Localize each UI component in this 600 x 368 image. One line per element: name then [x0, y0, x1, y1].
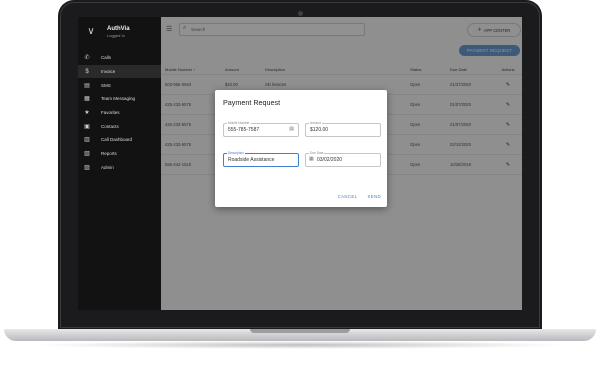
sidebar-item-label: Contacts: [101, 123, 119, 129]
dashboard-icon: ▥: [84, 137, 90, 144]
sidebar-item-calls[interactable]: ✆ Calls: [78, 51, 161, 65]
sidebar-item-reports[interactable]: ▧ Reports: [78, 147, 161, 161]
due-date-label: Due Date: [309, 151, 325, 155]
sidebar-item-admin[interactable]: ▨ Admin: [78, 161, 161, 175]
due-date-value: 03/02/2020: [317, 157, 343, 163]
sidebar-item-label: Invoice: [101, 69, 116, 75]
sidebar-nav: ✆ Calls $ Invoice ▤ SMS ▦ Team Messaging ★ Favori…: [78, 51, 161, 174]
laptop-hinge-notch: [250, 329, 350, 333]
amount-label: Amount: [309, 121, 322, 125]
mobile-number-label: Mobile Number: [227, 121, 251, 125]
description-field[interactable]: Description Roadside Assistance: [223, 151, 299, 167]
sidebar-item-label: SMS: [101, 82, 111, 88]
sidebar: ∨ AuthVia Logged In ✆ Calls $ Invoice ▤ SMS ▦ T…: [78, 17, 161, 310]
description-value: Roadside Assistance: [228, 157, 275, 163]
sidebar-item-label: Favorites: [101, 110, 120, 116]
brand-name: AuthVia: [107, 26, 130, 32]
sidebar-item-label: Reports: [101, 151, 117, 157]
mobile-number-value: 555-785-7587: [228, 127, 260, 133]
mobile-number-field[interactable]: Mobile Number 555-785-7587 ▤: [223, 121, 299, 137]
reports-icon: ▧: [84, 151, 90, 158]
phone-icon: ✆: [84, 55, 90, 62]
star-icon: ★: [84, 110, 90, 117]
brand: ∨ AuthVia Logged In: [78, 17, 161, 47]
team-chat-icon: ▦: [84, 96, 90, 103]
contacts-picker-icon[interactable]: ▤: [289, 126, 294, 132]
laptop-shadow: [30, 341, 570, 349]
sidebar-item-label: Calls: [101, 55, 112, 61]
sidebar-item-contacts[interactable]: ▣ Contacts: [78, 119, 161, 133]
sidebar-item-label: Team Messaging: [101, 96, 136, 102]
description-label: Description: [227, 151, 245, 155]
webcam: [298, 11, 303, 16]
sidebar-item-invoice[interactable]: $ Invoice: [78, 64, 161, 79]
main-area: ☰ ⌕ ✈ APP CENTER PAYMENT REQUEST Mobile …: [161, 17, 522, 310]
contacts-icon: ▣: [84, 123, 90, 130]
sidebar-item-team-messaging[interactable]: ▦ Team Messaging: [78, 92, 161, 106]
app-screen: ∨ AuthVia Logged In ✆ Calls $ Invoice ▤ SMS ▦ T…: [78, 17, 522, 310]
send-button[interactable]: SEND: [367, 194, 381, 199]
dollar-icon: $: [85, 68, 89, 75]
sidebar-item-label: Call Dashboard: [101, 137, 133, 143]
admin-icon: ▨: [84, 164, 90, 171]
amount-field[interactable]: Amount $120.00: [305, 121, 381, 137]
dialog-title: Payment Request: [223, 98, 281, 107]
cancel-button[interactable]: CANCEL: [338, 194, 358, 199]
sidebar-item-call-dashboard[interactable]: ▥ Call Dashboard: [78, 133, 161, 147]
chat-icon: ▤: [84, 82, 90, 89]
chevron-logo-icon: ∨: [87, 26, 95, 37]
payment-request-dialog: Payment Request Mobile Number 555-785-75…: [215, 90, 387, 207]
calendar-icon[interactable]: ▦: [309, 156, 314, 162]
sidebar-item-favorites[interactable]: ★ Favorites: [78, 106, 161, 120]
login-status: Logged In: [107, 33, 125, 38]
sidebar-item-sms[interactable]: ▤ SMS: [78, 78, 161, 92]
amount-value: $120.00: [310, 127, 329, 133]
dialog-actions: CANCEL SEND: [338, 194, 381, 199]
due-date-field[interactable]: Due Date 03/02/2020 ▦: [305, 151, 381, 167]
laptop-base: [4, 329, 596, 341]
sidebar-item-label: Admin: [101, 164, 114, 170]
